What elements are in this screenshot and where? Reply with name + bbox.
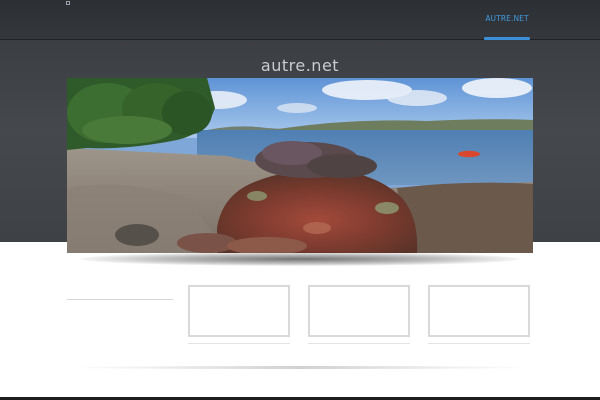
site-title: autre.net bbox=[260, 56, 340, 75]
photo-drop-shadow bbox=[80, 252, 520, 266]
sidebar-divider bbox=[67, 299, 173, 300]
content-card-2[interactable] bbox=[308, 285, 410, 337]
content-card-3[interactable] bbox=[428, 285, 530, 337]
card-3-divider bbox=[428, 343, 530, 344]
footer-divider bbox=[70, 366, 530, 369]
card-1-divider bbox=[188, 343, 290, 344]
menu-toggle-icon[interactable] bbox=[66, 1, 70, 5]
card-2-divider bbox=[308, 343, 410, 344]
coastal-landscape-image bbox=[67, 78, 533, 253]
content-card-1[interactable] bbox=[188, 285, 290, 337]
hero-photo bbox=[67, 78, 533, 253]
top-navbar: AUTRE.NET bbox=[0, 0, 600, 40]
nav-link-autre-net[interactable]: AUTRE.NET bbox=[484, 14, 530, 28]
